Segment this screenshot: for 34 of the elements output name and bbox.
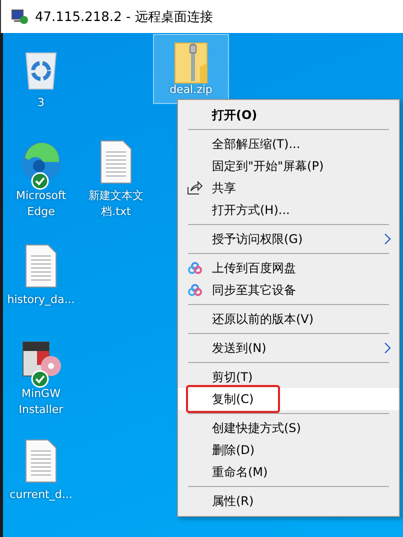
menu-item[interactable]: 打开方式(H)...: [178, 199, 399, 221]
menu-item[interactable]: 上传到百度网盘: [178, 257, 399, 279]
menu-item[interactable]: 全部解压缩(T)...: [178, 133, 399, 155]
text-file-icon: [24, 439, 58, 483]
menu-item[interactable]: 打开(O): [178, 104, 399, 126]
text-file-icon: [24, 244, 58, 288]
icon-label: MinGW Installer: [18, 386, 64, 418]
icon-label: deal.zip: [168, 83, 214, 97]
menu-item[interactable]: 授予访问权限(G): [178, 228, 399, 250]
share-icon: [187, 181, 203, 195]
icon-label: 新建文本文档.txt: [88, 188, 144, 220]
icon-label: Microsoft Edge: [14, 188, 68, 220]
menu-item[interactable]: 复制(C): [178, 388, 399, 410]
menu-item[interactable]: 删除(D): [178, 439, 399, 461]
menu-item[interactable]: 共享: [178, 177, 399, 199]
text-file-icon: [99, 140, 133, 184]
icon-label: 3: [36, 95, 46, 111]
cloud-icon: [188, 284, 202, 296]
menu-item[interactable]: 同步至其它设备: [178, 279, 399, 301]
remote-desktop-icon: [11, 8, 29, 24]
icon-label: current_d...: [8, 487, 74, 503]
zip-folder-icon: [173, 41, 209, 85]
window-title: 47.115.218.2 - 远程桌面连接: [35, 8, 213, 26]
menu-item[interactable]: 重命名(M): [178, 461, 399, 483]
menu-item[interactable]: 剪切(T): [178, 366, 399, 388]
menu-item[interactable]: 发送到(N): [178, 337, 399, 359]
menu-item[interactable]: 固定到"开始"屏幕(P): [178, 155, 399, 177]
menu-item[interactable]: 创建快捷方式(S): [178, 417, 399, 439]
chevron-right-icon: [384, 342, 391, 354]
icon-label: history_da...: [6, 292, 76, 308]
menu-item[interactable]: 属性(R): [178, 490, 399, 512]
menu-item[interactable]: 还原以前的版本(V): [178, 308, 399, 330]
cloud-icon: [188, 262, 202, 274]
chevron-right-icon: [384, 233, 391, 245]
